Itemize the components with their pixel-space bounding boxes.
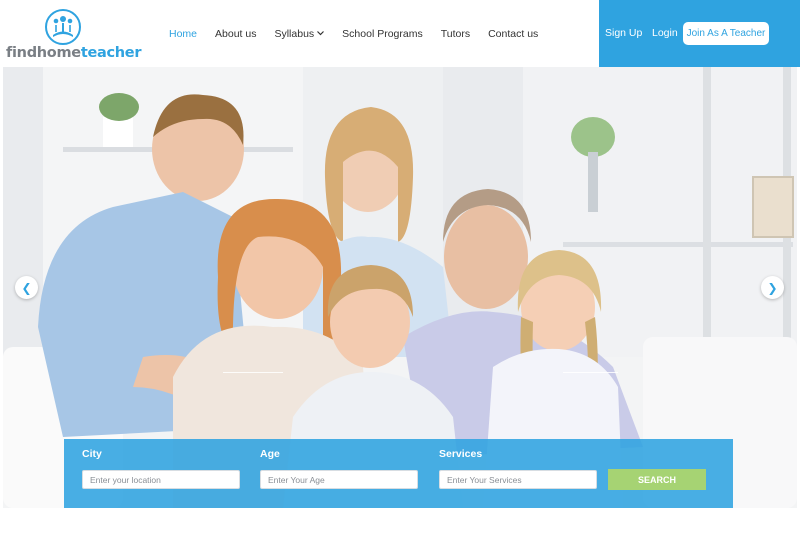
chevron-down-icon (317, 29, 325, 38)
account-bar: Sign Up Login Join As A Teacher (599, 0, 800, 67)
services-label: Services (439, 448, 483, 460)
nav-about-us[interactable]: About us (206, 0, 265, 67)
search-button[interactable]: SEARCH (608, 469, 706, 490)
nav-syllabus-label: Syllabus (274, 27, 315, 40)
logo-mark-icon (45, 9, 81, 45)
chevron-left-icon: ❮ (21, 280, 32, 295)
nav-contact-us[interactable]: Contact us (479, 0, 547, 67)
nav-tutors[interactable]: Tutors (432, 0, 479, 67)
nav-home[interactable]: Home (160, 0, 206, 67)
nav-school-programs[interactable]: School Programs (333, 0, 432, 67)
city-label: City (82, 448, 102, 460)
nav-syllabus[interactable]: Syllabus (265, 0, 333, 67)
logo-wordmark: findhometeacher (6, 45, 141, 61)
slide-caption-line-right (563, 372, 618, 373)
carousel-prev-button[interactable]: ❮ (15, 276, 38, 299)
site-header: findhometeacher Home About us Syllabus S… (0, 0, 800, 67)
signup-link[interactable]: Sign Up (605, 27, 642, 39)
login-link[interactable]: Login (652, 27, 678, 39)
services-input[interactable] (439, 470, 597, 489)
carousel-next-button[interactable]: ❯ (761, 276, 784, 299)
search-panel: City Age Services SEARCH (64, 439, 733, 508)
age-label: Age (260, 448, 280, 460)
city-input[interactable] (82, 470, 240, 489)
logo-wordmark-part1: findhome (6, 45, 81, 61)
age-input[interactable] (260, 470, 418, 489)
join-as-teacher-button[interactable]: Join As A Teacher (683, 22, 769, 45)
main-nav: Home About us Syllabus School Programs T… (160, 0, 547, 67)
site-logo[interactable]: findhometeacher (6, 8, 141, 62)
slide-caption-line-left (223, 372, 283, 373)
logo-wordmark-part2: teacher (80, 45, 142, 61)
chevron-right-icon: ❯ (767, 280, 778, 295)
